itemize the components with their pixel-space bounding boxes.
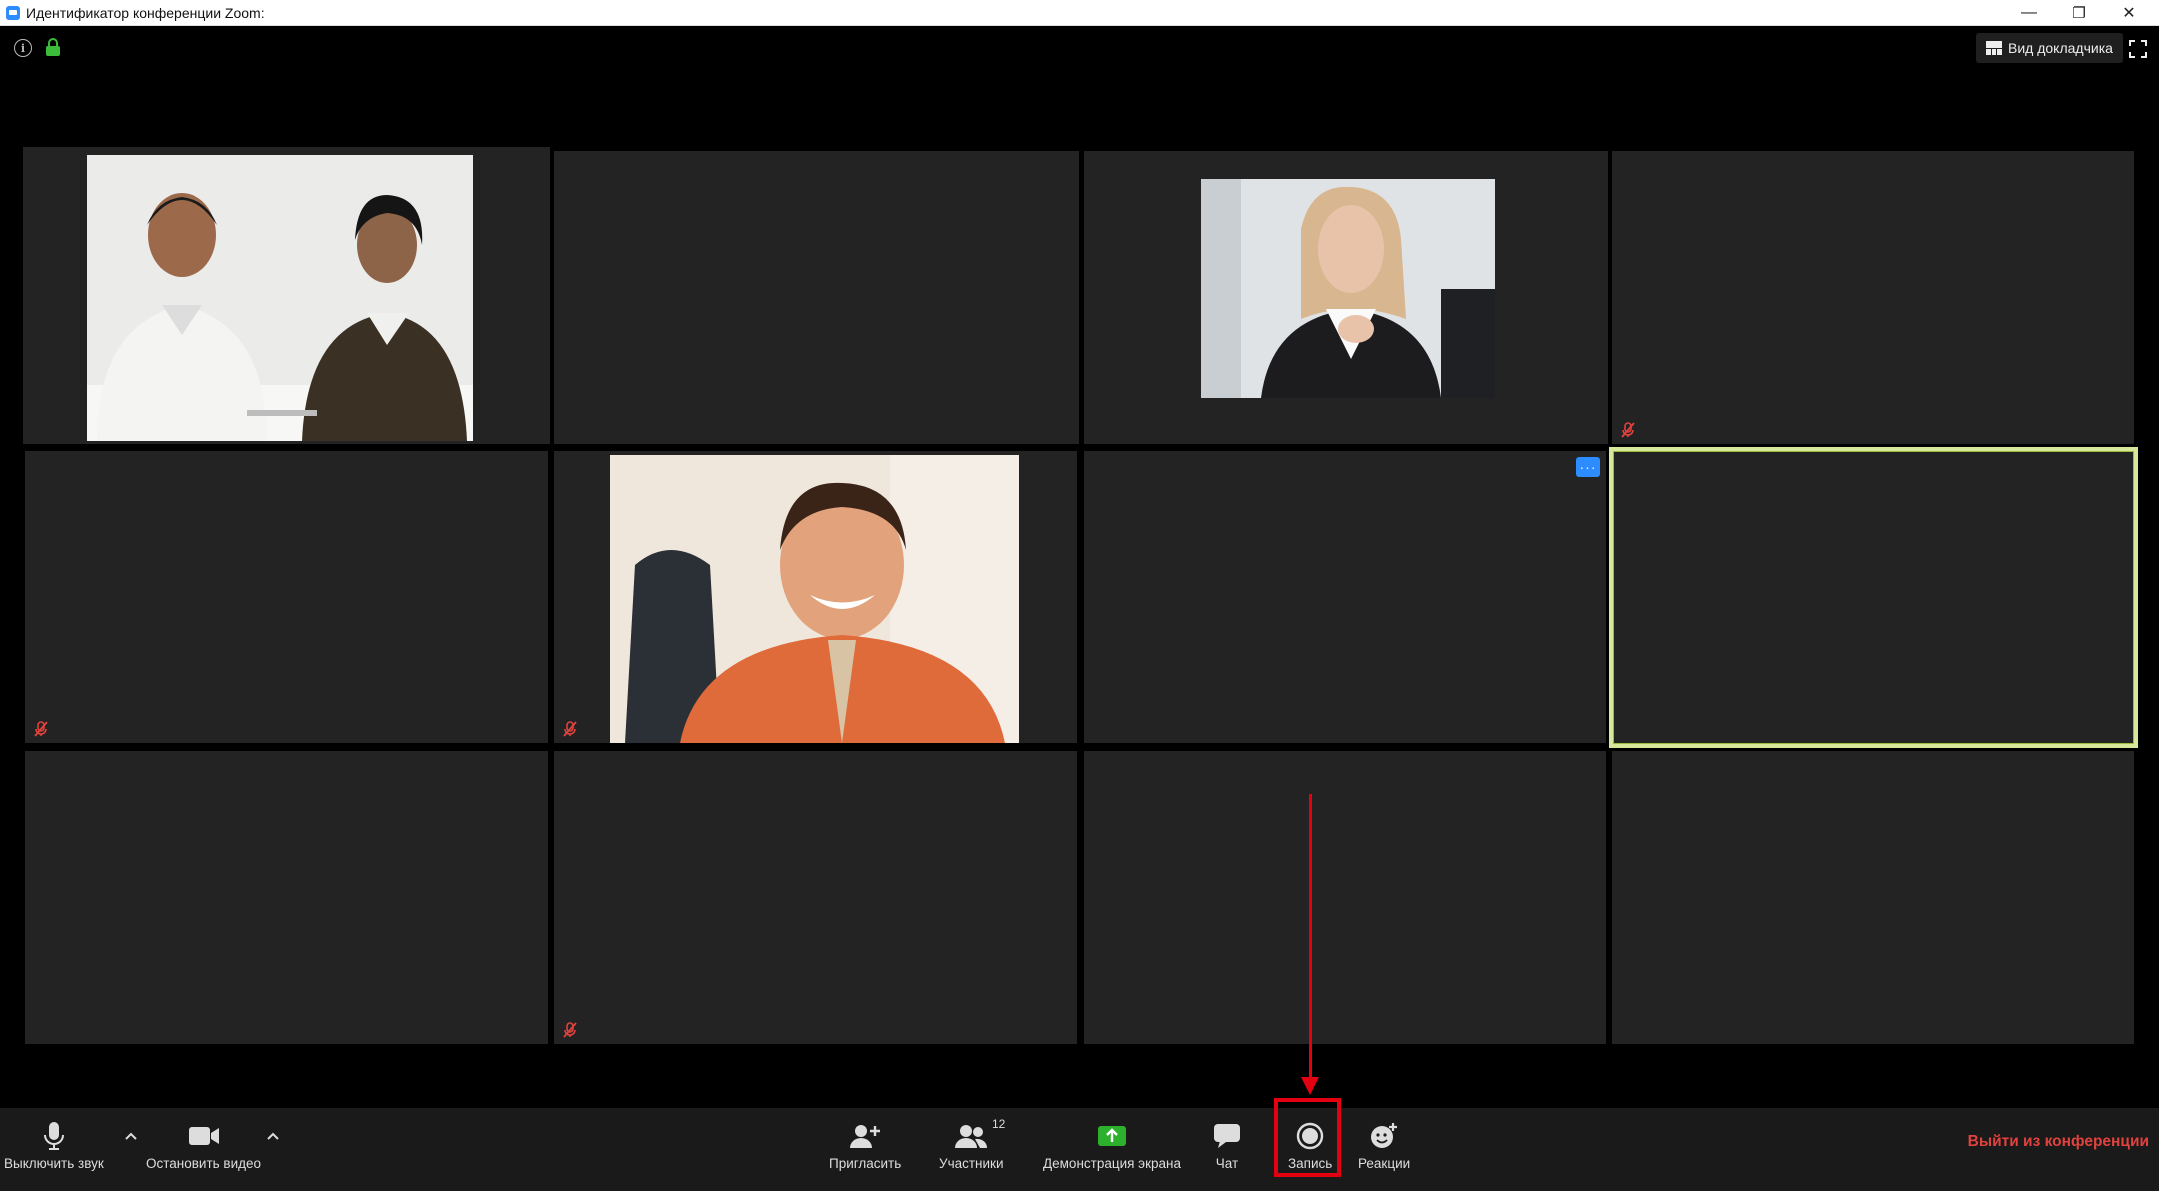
video-tile[interactable] bbox=[1084, 151, 1608, 444]
participant-video bbox=[87, 155, 473, 441]
video-tile[interactable] bbox=[554, 451, 1077, 743]
active-speaker-tile[interactable] bbox=[1609, 447, 2138, 748]
share-screen-button[interactable]: Демонстрация экрана bbox=[1043, 1118, 1181, 1171]
add-user-icon bbox=[850, 1118, 881, 1154]
muted-mic-icon bbox=[33, 721, 49, 737]
participant-video bbox=[1201, 179, 1495, 398]
speaker-view-button[interactable]: Вид докладчика bbox=[1976, 33, 2123, 63]
title-bar: Идентификатор конференции Zoom: — ❐ ✕ bbox=[0, 0, 2159, 26]
participants-count: 12 bbox=[992, 1117, 1006, 1131]
window-title: Идентификатор конференции Zoom: bbox=[26, 4, 265, 21]
video-tile[interactable] bbox=[1612, 751, 2134, 1044]
video-tile[interactable] bbox=[23, 147, 550, 444]
participants-label: Участники bbox=[939, 1156, 1004, 1171]
video-camera-icon bbox=[188, 1118, 220, 1154]
chat-label: Чат bbox=[1215, 1156, 1239, 1171]
annotation-arrow-line bbox=[1309, 794, 1312, 1084]
participant-video bbox=[610, 455, 1019, 743]
video-tile[interactable] bbox=[554, 151, 1079, 444]
video-tile[interactable] bbox=[25, 451, 548, 743]
microphone-icon bbox=[43, 1118, 65, 1154]
muted-mic-icon bbox=[1620, 422, 1636, 438]
invite-button[interactable]: Пригласить bbox=[829, 1118, 901, 1171]
info-icon[interactable]: i bbox=[14, 39, 32, 57]
stop-video-button[interactable]: Остановить видео bbox=[146, 1118, 261, 1171]
video-tile[interactable] bbox=[1612, 151, 2134, 444]
muted-mic-icon bbox=[562, 1022, 578, 1038]
video-options-caret-icon[interactable] bbox=[265, 1128, 281, 1144]
muted-mic-icon bbox=[562, 721, 578, 737]
annotation-arrow-head bbox=[1301, 1077, 1319, 1095]
video-tile[interactable] bbox=[554, 751, 1077, 1044]
video-tile[interactable] bbox=[1084, 751, 1606, 1044]
reactions-button[interactable]: Реакции bbox=[1358, 1118, 1410, 1171]
video-tile[interactable]: ··· bbox=[1084, 451, 1606, 743]
reactions-label: Реакции bbox=[1358, 1156, 1411, 1171]
emoji-plus-icon bbox=[1370, 1118, 1398, 1154]
audio-options-caret-icon[interactable] bbox=[123, 1128, 139, 1144]
chat-bubble-icon bbox=[1213, 1118, 1241, 1154]
leave-meeting-button[interactable]: Выйти из конференции bbox=[1968, 1133, 2149, 1151]
invite-label: Пригласить bbox=[829, 1156, 902, 1171]
video-tile[interactable] bbox=[25, 751, 548, 1044]
restore-button[interactable]: ❐ bbox=[2054, 0, 2104, 26]
minimize-button[interactable]: — bbox=[2004, 0, 2054, 26]
close-button[interactable]: ✕ bbox=[2104, 0, 2154, 26]
more-options-button[interactable]: ··· bbox=[1576, 457, 1600, 477]
mute-button[interactable]: Выключить звук bbox=[4, 1118, 104, 1171]
mute-label: Выключить звук bbox=[4, 1156, 104, 1171]
participants-icon bbox=[955, 1118, 988, 1154]
stop-video-label: Остановить видео bbox=[146, 1156, 262, 1171]
record-highlight-box bbox=[1274, 1098, 1341, 1177]
fullscreen-icon[interactable] bbox=[2129, 40, 2147, 58]
speaker-view-icon bbox=[1986, 41, 2002, 55]
zoom-app-icon bbox=[6, 5, 20, 20]
lock-icon[interactable] bbox=[45, 38, 61, 56]
share-screen-icon bbox=[1097, 1118, 1127, 1154]
chat-button[interactable]: Чат bbox=[1213, 1118, 1241, 1171]
share-screen-label: Демонстрация экрана bbox=[1043, 1156, 1181, 1171]
meeting-toolbar: Выключить звук Остановить видео Пригласи… bbox=[0, 1108, 2159, 1191]
speaker-view-label: Вид докладчика bbox=[2008, 40, 2113, 56]
